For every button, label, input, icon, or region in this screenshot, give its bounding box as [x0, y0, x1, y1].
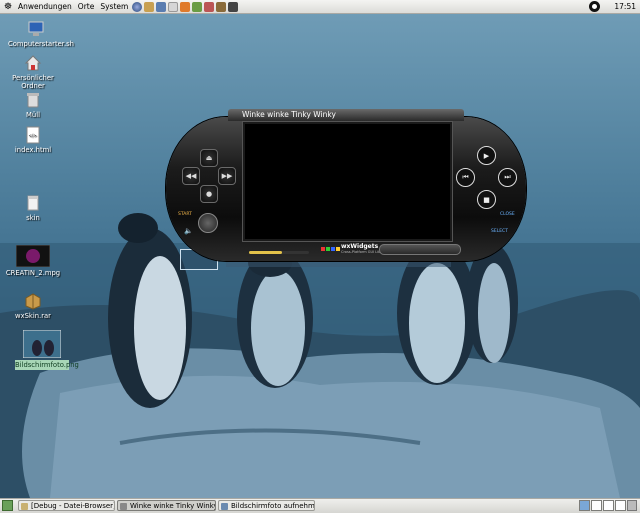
- analog-stick[interactable]: [198, 213, 218, 233]
- desktop-icon-computerstarter[interactable]: Computerstarter.sh: [8, 20, 74, 48]
- volume-slider[interactable]: [249, 251, 309, 254]
- desktop-icon-index-html[interactable]: </> index.html: [5, 126, 61, 154]
- dpad-up-button[interactable]: ⏏: [200, 149, 218, 167]
- record-icon: ●: [205, 190, 213, 198]
- psp-skin-window[interactable]: Winke winke Tinky Winky ⏏ ◀◀ ▶▶ ● START …: [166, 109, 526, 261]
- image-file-icon: [22, 329, 62, 359]
- camera-icon: [221, 503, 228, 510]
- task-label: [Debug - Datei-Browser]: [31, 502, 115, 510]
- stop-button[interactable]: ■: [477, 190, 496, 209]
- dpad-right-button[interactable]: ▶▶: [218, 167, 236, 185]
- seek-bar[interactable]: [379, 244, 461, 255]
- desktop-icon-bildschirmfoto[interactable]: Bildschirmfoto.png: [15, 329, 79, 370]
- wxwidgets-logo: wxWidgets Cross-Platform GUI Library: [321, 243, 387, 254]
- start-label: START: [178, 212, 192, 217]
- text-editor-launcher-icon[interactable]: [168, 1, 179, 12]
- monitor-icon: [27, 20, 45, 38]
- dpad-down-button[interactable]: ●: [200, 185, 218, 203]
- desktop-icon-label: Bildschirmfoto.png: [15, 360, 79, 370]
- skip-forward-icon: ⏭: [504, 173, 511, 181]
- trash-applet-icon[interactable]: [627, 500, 637, 511]
- desktop-icon-label: Computerstarter.sh: [8, 40, 74, 48]
- desktop-icon-label: index.html: [14, 146, 52, 154]
- next-button[interactable]: ⏭: [498, 168, 517, 187]
- select-label[interactable]: SELECT: [491, 229, 508, 234]
- workspace-3[interactable]: [603, 500, 614, 511]
- workspace-4[interactable]: [615, 500, 626, 511]
- workspace-1[interactable]: [579, 500, 590, 511]
- video-file-icon: [15, 244, 51, 268]
- taskbar-button-screenshot[interactable]: Bildschirmfoto aufnehmen...: [218, 500, 315, 511]
- svg-text:</>: </>: [29, 133, 37, 138]
- desktop-icon-trash[interactable]: Müll: [5, 91, 61, 119]
- desktop-icon-video[interactable]: CREATIN_2.mpg: [5, 244, 61, 277]
- play-icon: ▶: [483, 151, 490, 160]
- window-icon: [120, 503, 127, 510]
- window-title[interactable]: Winke winke Tinky Winky: [228, 109, 464, 121]
- dpad-left-button[interactable]: ◀◀: [182, 167, 200, 185]
- html-file-icon: </>: [24, 126, 42, 144]
- terminal-launcher-icon[interactable]: [156, 1, 167, 12]
- bottom-panel: [Debug - Datei-Browser] Winke winke Tink…: [0, 498, 640, 513]
- close-label[interactable]: CLOSE: [500, 212, 515, 217]
- menu-anwendungen[interactable]: Anwendungen: [15, 0, 75, 13]
- play-button[interactable]: ▶: [477, 146, 496, 165]
- logo-text: wxWidgets: [341, 243, 379, 250]
- folder-icon: [21, 503, 28, 510]
- menu-orte[interactable]: Orte: [75, 0, 98, 13]
- desktop-icon-label: wxSkin.rar: [15, 312, 51, 320]
- mail-launcher-icon[interactable]: [144, 1, 155, 12]
- desktop-icon-label: skin: [26, 214, 40, 222]
- folder-icon: [24, 194, 42, 212]
- desktop-icon-skin[interactable]: skin: [5, 194, 61, 222]
- skip-back-icon: ⏮: [462, 173, 469, 181]
- speaker-icon[interactable]: 🔈: [184, 227, 193, 235]
- eject-icon: ⏏: [205, 154, 213, 162]
- task-label: Winke winke Tinky Winky: [130, 502, 216, 510]
- previous-button[interactable]: ⏮: [456, 168, 475, 187]
- presentation-launcher-icon[interactable]: [204, 1, 215, 12]
- taskbar-button-file-browser[interactable]: [Debug - Datei-Browser]: [18, 500, 115, 511]
- firefox-launcher-icon[interactable]: [180, 1, 191, 12]
- desktop-icon-label: CREATIN_2.mpg: [5, 269, 61, 277]
- notification-icon[interactable]: [589, 1, 600, 12]
- desktop-icon-home[interactable]: Persönlicher Ordner: [5, 54, 61, 90]
- desktop-icon-wxskin-rar[interactable]: wxSkin.rar: [5, 292, 61, 320]
- spreadsheet-launcher-icon[interactable]: [192, 1, 203, 12]
- desktop-icon-label: Müll: [26, 111, 40, 119]
- home-folder-icon: [24, 54, 42, 72]
- rewind-icon: ◀◀: [185, 172, 197, 180]
- fast-forward-icon: ▶▶: [221, 172, 233, 180]
- menu-system[interactable]: System: [97, 0, 131, 13]
- stop-icon: ■: [483, 195, 490, 204]
- top-panel: ☸ Anwendungen Orte System 17:51: [0, 0, 640, 14]
- workspace-2[interactable]: [591, 500, 602, 511]
- psp-screen: [243, 122, 452, 241]
- browser-launcher-icon[interactable]: [132, 1, 143, 12]
- desktop-icon-label: Persönlicher Ordner: [12, 74, 54, 90]
- show-desktop-icon[interactable]: [2, 500, 13, 511]
- gnome-foot-icon[interactable]: ☸: [3, 2, 13, 12]
- task-label: Bildschirmfoto aufnehmen...: [231, 502, 315, 510]
- archive-icon: [24, 292, 42, 310]
- clock[interactable]: 17:51: [614, 0, 636, 13]
- screenshot-launcher-icon[interactable]: [228, 1, 239, 12]
- notes-launcher-icon[interactable]: [216, 1, 227, 12]
- dpad: ⏏ ◀◀ ▶▶ ●: [180, 149, 236, 205]
- trash-icon: [24, 91, 42, 109]
- taskbar-button-psp-window[interactable]: Winke winke Tinky Winky: [117, 500, 216, 511]
- volume-slider-fill: [249, 251, 282, 254]
